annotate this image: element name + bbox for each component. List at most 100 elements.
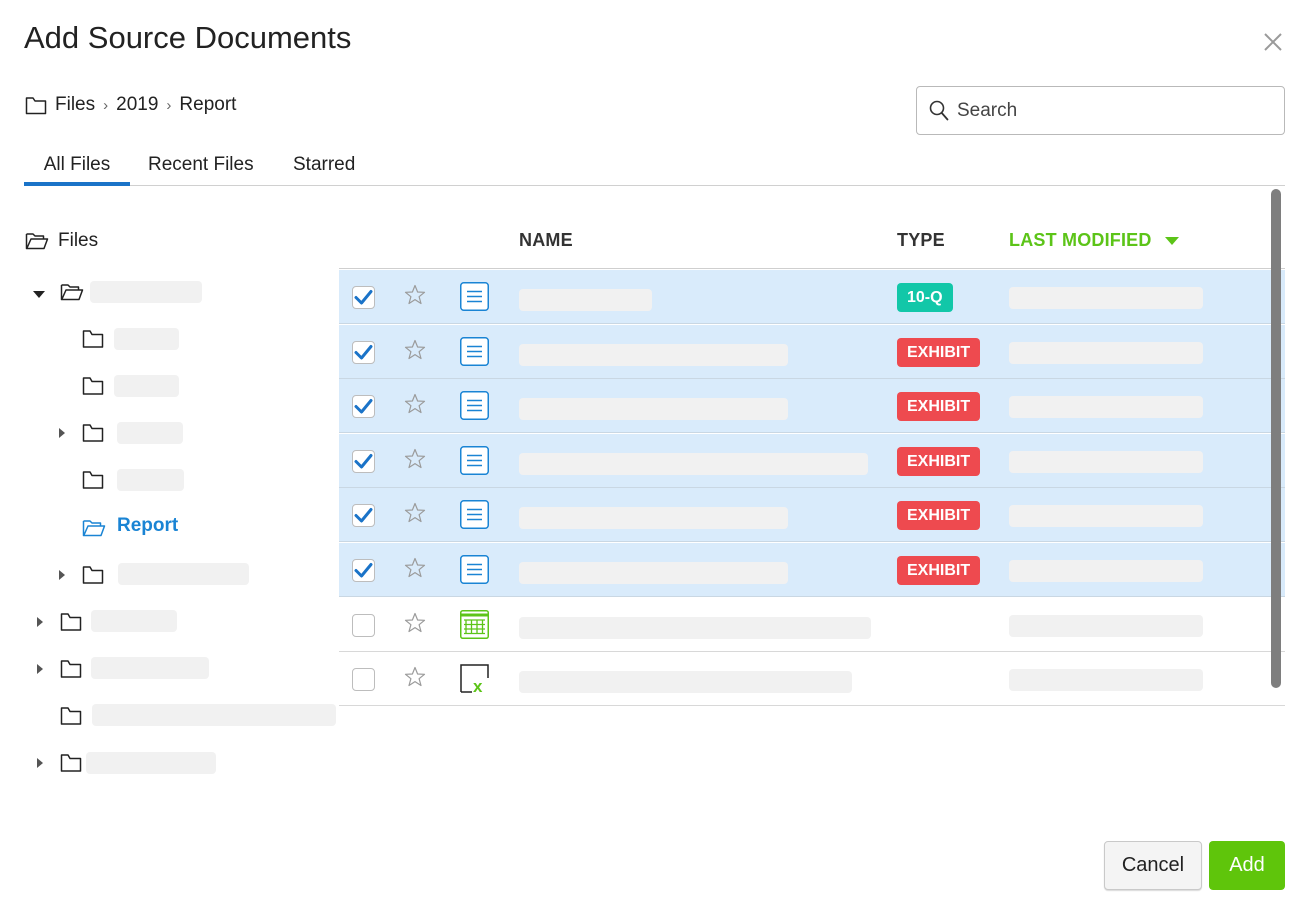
last-modified-placeholder: [1009, 669, 1203, 692]
tree-root-label: Files: [58, 230, 99, 251]
column-header-name[interactable]: NAME: [519, 230, 573, 251]
star-icon[interactable]: [403, 611, 427, 635]
checkmark-icon: [354, 563, 373, 578]
last-modified-placeholder: [1009, 614, 1203, 637]
row-checkbox-checked[interactable]: [352, 340, 375, 364]
type-badge: EXHIBIT: [897, 556, 981, 585]
star-icon[interactable]: [403, 447, 427, 471]
table-row[interactable]: 10-Q: [339, 270, 1285, 324]
row-checkbox-checked[interactable]: [352, 286, 375, 309]
tree-item-placeholder[interactable]: [114, 375, 179, 397]
tree-item-placeholder[interactable]: [91, 610, 177, 632]
checkmark-icon: [354, 508, 373, 523]
breadcrumb-item-2019[interactable]: 2019: [116, 94, 158, 116]
type-badge: EXHIBIT: [897, 446, 981, 476]
breadcrumb-separator: ›: [103, 96, 109, 114]
expand-caret-icon[interactable]: [37, 758, 43, 768]
table-row[interactable]: EXHIBIT: [339, 488, 1285, 543]
checkmark-icon: [354, 399, 373, 414]
star-icon[interactable]: [403, 556, 427, 580]
folder-icon: [25, 96, 47, 114]
expand-caret-icon[interactable]: [59, 570, 65, 580]
star-icon[interactable]: [403, 665, 427, 689]
table-row[interactable]: [339, 597, 1285, 652]
spreadsheet-icon: [460, 609, 489, 639]
tab-recent-files[interactable]: Recent Files: [148, 152, 254, 186]
tree-item-placeholder[interactable]: [92, 704, 336, 726]
tree-item-placeholder[interactable]: [90, 281, 202, 303]
type-badge: EXHIBIT: [897, 337, 981, 367]
tree-item-placeholder[interactable]: [91, 657, 209, 679]
file-name-placeholder[interactable]: [519, 507, 788, 530]
row-checkbox-checked[interactable]: [352, 449, 375, 473]
star-icon[interactable]: [403, 501, 427, 525]
document-icon: [460, 555, 489, 584]
table-row[interactable]: EXHIBIT: [339, 433, 1285, 488]
tab-starred[interactable]: Starred: [293, 152, 355, 186]
breadcrumb-separator: ›: [166, 96, 172, 114]
table-row[interactable]: EXHIBIT: [339, 543, 1285, 597]
tree-item-report[interactable]: Report: [117, 515, 178, 537]
search-input[interactable]: [957, 99, 1257, 122]
document-icon: [460, 445, 489, 475]
last-modified-placeholder: [1009, 450, 1203, 473]
expand-caret-icon[interactable]: [59, 428, 65, 438]
column-header-last-modified[interactable]: LAST MODIFIED: [1009, 230, 1179, 251]
table-header: NAME TYPE LAST MODIFIED: [339, 228, 1285, 269]
collapse-caret-icon[interactable]: [33, 291, 45, 298]
type-badge: EXHIBIT: [897, 392, 981, 422]
tree-item-placeholder[interactable]: [86, 752, 216, 774]
breadcrumb-item-files[interactable]: Files: [55, 94, 95, 116]
file-name-placeholder[interactable]: [519, 343, 788, 366]
folder-icon: [82, 424, 104, 442]
last-modified-placeholder: [1009, 505, 1203, 528]
table-row[interactable]: EXHIBIT: [339, 324, 1285, 379]
expand-caret-icon[interactable]: [37, 664, 43, 674]
table-row[interactable]: EXHIBIT: [339, 379, 1285, 434]
star-icon[interactable]: [403, 283, 427, 307]
folder-icon: [82, 566, 104, 584]
tree-item-placeholder[interactable]: [117, 422, 183, 444]
tree-root[interactable]: Files: [25, 228, 98, 254]
tree-item-placeholder[interactable]: [117, 469, 184, 491]
checkmark-icon: [354, 453, 373, 469]
row-checkbox-checked[interactable]: [352, 559, 375, 582]
search-box[interactable]: [916, 86, 1285, 135]
folder-icon: [60, 613, 82, 631]
row-checkbox[interactable]: [352, 613, 375, 637]
file-name-placeholder[interactable]: [519, 562, 788, 584]
checkmark-icon: [354, 344, 373, 360]
file-name-placeholder[interactable]: [519, 398, 788, 421]
folder-icon: [82, 471, 104, 489]
file-name-placeholder[interactable]: [519, 616, 871, 639]
expand-caret-icon[interactable]: [37, 617, 43, 627]
tab-all-files[interactable]: All Files: [24, 152, 130, 186]
open-folder-icon: [25, 233, 49, 250]
file-name-placeholder[interactable]: [519, 671, 852, 694]
svg-text:x: x: [473, 677, 483, 693]
tree-item-placeholder[interactable]: [114, 328, 179, 350]
excel-file-icon: x: [460, 664, 489, 693]
document-icon: [460, 500, 489, 530]
breadcrumb: Files › 2019 › Report: [25, 93, 236, 117]
last-modified-placeholder: [1009, 287, 1203, 309]
close-icon[interactable]: [1259, 28, 1287, 56]
table-row[interactable]: x: [339, 652, 1285, 707]
document-icon: [460, 391, 489, 421]
tab-bar: All Files Recent Files Starred: [24, 152, 1285, 186]
row-checkbox-checked[interactable]: [352, 395, 375, 419]
tree-item-placeholder[interactable]: [118, 563, 249, 585]
cancel-button[interactable]: Cancel: [1104, 841, 1202, 890]
star-icon[interactable]: [403, 392, 427, 416]
checkmark-icon: [354, 290, 373, 305]
add-button[interactable]: Add: [1209, 841, 1285, 890]
star-icon[interactable]: [403, 338, 427, 362]
row-checkbox[interactable]: [352, 668, 375, 692]
search-icon: [929, 100, 949, 120]
column-header-type[interactable]: TYPE: [897, 230, 945, 251]
file-name-placeholder[interactable]: [519, 452, 868, 475]
file-name-placeholder[interactable]: [519, 289, 652, 311]
row-checkbox-checked[interactable]: [352, 504, 375, 528]
scrollbar[interactable]: [1271, 189, 1281, 688]
breadcrumb-item-report[interactable]: Report: [179, 94, 236, 116]
